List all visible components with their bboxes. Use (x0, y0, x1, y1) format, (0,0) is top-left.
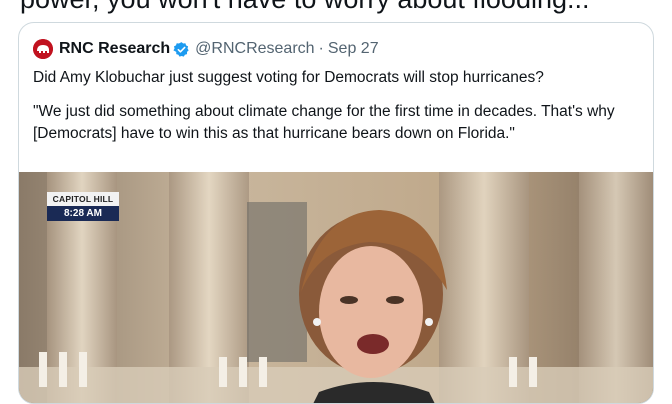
tweet-text-fragment: power, you won't have to worry about flo… (20, 0, 590, 15)
quoted-tweet-header: RNC Research @RNCResearch · Sep 27 (33, 38, 379, 60)
video-thumbnail[interactable]: CAPITOL HILL 8:28 AM (19, 172, 653, 403)
author-name[interactable]: RNC Research (59, 40, 170, 58)
author-handle[interactable]: @RNCResearch (195, 40, 314, 58)
tweet-date[interactable]: Sep 27 (328, 40, 379, 58)
quoted-tweet-text-line1: Did Amy Klobuchar just suggest voting fo… (33, 69, 544, 86)
elephant-logo-icon (33, 39, 53, 59)
avatar[interactable] (33, 39, 53, 59)
location-label: CAPITOL HILL (47, 192, 119, 206)
quoted-tweet-text: Did Amy Klobuchar just suggest voting fo… (33, 67, 643, 157)
separator-dot: · (318, 40, 324, 57)
verified-badge-icon (173, 41, 190, 58)
news-lower-third: CAPITOL HILL 8:28 AM (47, 192, 119, 221)
quoted-tweet-quote: "We just did something about climate cha… (33, 103, 615, 142)
time-label: 8:28 AM (47, 206, 119, 221)
quoted-tweet-card[interactable]: RNC Research @RNCResearch · Sep 27 Did A… (18, 22, 654, 404)
